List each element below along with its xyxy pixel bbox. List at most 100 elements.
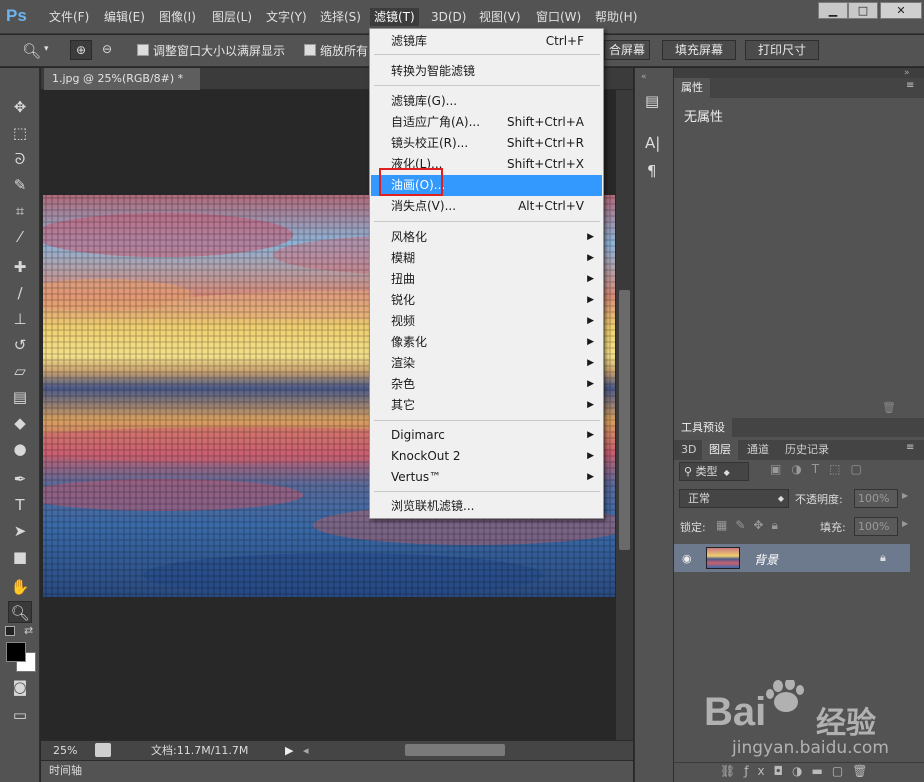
- history-brush-tool-icon[interactable]: ↺: [8, 334, 32, 356]
- menu-item-convert-smart-filters[interactable]: 转换为智能滤镜: [371, 61, 602, 82]
- gradient-tool-icon[interactable]: ▤: [8, 386, 32, 408]
- menu-file[interactable]: 文件(F): [45, 8, 93, 26]
- path-selection-tool-icon[interactable]: ➤: [8, 520, 32, 542]
- tab-tool-presets[interactable]: 工具预设: [674, 418, 732, 438]
- swap-colors-icon[interactable]: ⇄: [24, 624, 33, 637]
- menu-edit[interactable]: 编辑(E): [100, 8, 149, 26]
- tab-history[interactable]: 历史记录: [778, 440, 836, 460]
- close-window-button[interactable]: ✕: [880, 2, 922, 19]
- menu-item-stylize[interactable]: 风格化 ▶: [371, 227, 602, 248]
- zoom-tool-selected-icon[interactable]: 🔍︎: [8, 601, 32, 623]
- vertical-scrollbar[interactable]: [616, 90, 633, 740]
- opacity-slider-icon[interactable]: ▶: [902, 491, 908, 500]
- menu-item-other[interactable]: 其它 ▶: [371, 395, 602, 416]
- clone-stamp-tool-icon[interactable]: ⊥: [8, 308, 32, 330]
- status-menu-arrow-icon[interactable]: ▶: [285, 742, 293, 760]
- brush-tool-icon[interactable]: ∕: [8, 282, 32, 304]
- horizontal-scroll-thumb[interactable]: [405, 744, 505, 756]
- timeline-label[interactable]: 时间轴: [49, 764, 82, 777]
- layers-footer-icons[interactable]: ⛓ƒx◘◑▬▢🗑︎: [720, 764, 876, 778]
- menu-item-video[interactable]: 视频 ▶: [371, 311, 602, 332]
- eraser-tool-icon[interactable]: ▱: [8, 360, 32, 382]
- visibility-eye-icon[interactable]: ◉: [682, 552, 692, 565]
- lasso-tool-icon[interactable]: ᘐ: [8, 148, 32, 170]
- fill-screen-button[interactable]: 填充屏幕: [662, 40, 736, 60]
- menu-item-filter-gallery[interactable]: 滤镜库(G)...: [371, 91, 602, 112]
- tab-properties[interactable]: 属性: [674, 78, 710, 98]
- menu-item-knockout[interactable]: KnockOut 2 ▶: [371, 446, 602, 467]
- menu-item-browse-online-filters[interactable]: 浏览联机滤镜...: [371, 496, 602, 517]
- minimize-button[interactable]: ▁: [818, 2, 848, 19]
- quick-select-tool-icon[interactable]: ✎: [8, 174, 32, 196]
- hand-tool-icon[interactable]: ✋: [8, 576, 32, 598]
- menu-item-digimarc[interactable]: Digimarc ▶: [371, 425, 602, 446]
- healing-brush-tool-icon[interactable]: ✚: [8, 256, 32, 278]
- menu-item-adaptive-wide-angle[interactable]: 自适应广角(A)... Shift+Ctrl+A: [371, 112, 602, 133]
- menu-item-blur[interactable]: 模糊 ▶: [371, 248, 602, 269]
- rectangle-tool-icon[interactable]: ■: [8, 546, 32, 568]
- collapse-dock-icon[interactable]: »: [904, 68, 910, 78]
- zoom-tool-icon[interactable]: 🔍︎: [22, 42, 41, 60]
- status-share-icon[interactable]: [95, 743, 111, 757]
- panel-menu-icon[interactable]: ≡: [906, 80, 914, 91]
- properties-panel-icon[interactable]: ▤: [645, 92, 659, 110]
- collapse-strip-icon[interactable]: «: [641, 72, 647, 82]
- menu-item-render[interactable]: 渲染 ▶: [371, 353, 602, 374]
- fit-screen-button[interactable]: 合屏幕: [604, 40, 650, 60]
- layer-filter-select[interactable]: ⚲ 类型 ◆: [679, 462, 749, 481]
- menu-filter[interactable]: 滤镜(T): [370, 8, 419, 26]
- zoom-out-icon[interactable]: ⊖: [96, 40, 118, 60]
- scroll-left-icon[interactable]: ◂: [303, 742, 309, 760]
- menu-item-filter-gallery-last[interactable]: 滤镜库 Ctrl+F: [371, 31, 602, 52]
- foreground-color-swatch[interactable]: [6, 642, 26, 662]
- menu-item-vertus[interactable]: Vertus™ ▶: [371, 467, 602, 488]
- print-size-button[interactable]: 打印尺寸: [745, 40, 819, 60]
- layer-name[interactable]: 背景: [754, 551, 778, 568]
- zoom-all-checkbox[interactable]: [304, 44, 316, 59]
- document-tab[interactable]: 1.jpg @ 25%(RGB/8#) * ×: [44, 68, 200, 107]
- menu-item-distort[interactable]: 扭曲 ▶: [371, 269, 602, 290]
- fill-slider-icon[interactable]: ▶: [902, 519, 908, 528]
- type-tool-icon[interactable]: T: [8, 494, 32, 516]
- default-colors-icon[interactable]: [5, 626, 15, 636]
- menu-item-pixelate[interactable]: 像素化 ▶: [371, 332, 602, 353]
- delete-icon[interactable]: 🗑︎: [882, 401, 896, 414]
- menu-window[interactable]: 窗口(W): [532, 8, 585, 26]
- zoom-level[interactable]: 25%: [53, 742, 77, 760]
- menu-item-noise[interactable]: 杂色 ▶: [371, 374, 602, 395]
- menu-image[interactable]: 图像(I): [155, 8, 200, 26]
- vertical-scroll-thumb[interactable]: [619, 290, 630, 550]
- menu-view[interactable]: 视图(V): [475, 8, 525, 26]
- menu-help[interactable]: 帮助(H): [591, 8, 641, 26]
- menu-item-vanishing-point[interactable]: 消失点(V)... Alt+Ctrl+V: [371, 196, 602, 217]
- menu-select[interactable]: 选择(S): [316, 8, 365, 26]
- blend-mode-select[interactable]: 正常 ◆: [679, 489, 789, 508]
- menu-type[interactable]: 文字(Y): [262, 8, 311, 26]
- menu-item-lens-correction[interactable]: 镜头校正(R)... Shift+Ctrl+R: [371, 133, 602, 154]
- character-panel-icon[interactable]: A|: [645, 134, 660, 152]
- resize-windows-checkbox[interactable]: [137, 44, 149, 59]
- screen-mode-icon[interactable]: ▭: [8, 704, 32, 726]
- maximize-button[interactable]: □: [848, 2, 878, 19]
- zoom-in-icon[interactable]: ⊕: [70, 40, 92, 60]
- tab-layers[interactable]: 图层: [702, 440, 738, 460]
- eyedropper-tool-icon[interactable]: ⁄: [8, 226, 32, 248]
- menu-3d[interactable]: 3D(D): [427, 8, 470, 26]
- tab-3d[interactable]: 3D: [674, 440, 703, 460]
- blur-tool-icon[interactable]: ◆: [8, 412, 32, 434]
- fill-input[interactable]: 100%: [854, 517, 898, 536]
- tab-channels[interactable]: 通道: [740, 440, 776, 460]
- dodge-tool-icon[interactable]: ●: [8, 438, 32, 460]
- chevron-down-icon[interactable]: ▾: [44, 44, 49, 54]
- paragraph-panel-icon[interactable]: ¶: [647, 162, 657, 180]
- lock-icons[interactable]: ▦✎✥🔒︎: [716, 518, 786, 533]
- quick-mask-icon[interactable]: ◙: [8, 676, 32, 698]
- layers-panel-menu-icon[interactable]: ≡: [906, 442, 914, 453]
- marquee-tool-icon[interactable]: ⬚: [8, 122, 32, 144]
- pen-tool-icon[interactable]: ✒: [8, 468, 32, 490]
- menu-item-sharpen[interactable]: 锐化 ▶: [371, 290, 602, 311]
- opacity-input[interactable]: 100%: [854, 489, 898, 508]
- move-tool-icon[interactable]: ✥: [8, 96, 32, 118]
- menu-layer[interactable]: 图层(L): [208, 8, 256, 26]
- layer-filter-icons[interactable]: ▣◑T⬚▢: [770, 462, 872, 476]
